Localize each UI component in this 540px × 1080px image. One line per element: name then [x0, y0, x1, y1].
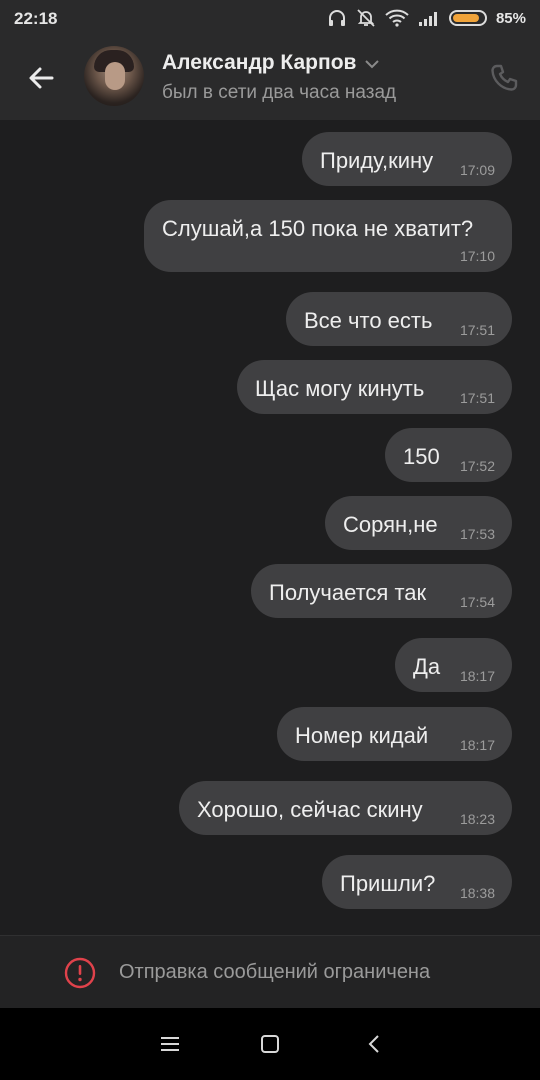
- back-nav-icon[interactable]: [361, 1030, 389, 1058]
- status-icons: 85%: [327, 7, 526, 29]
- battery-percent: 85%: [495, 9, 526, 27]
- message-time: 17:52: [459, 458, 495, 474]
- message-time: 17:51: [459, 390, 495, 406]
- restriction-bar: Отправка сообщений ограничена: [0, 935, 540, 1009]
- contact-name: Александр Карпов: [162, 51, 357, 74]
- message-bubble[interactable]: Пришли? 18:38: [322, 855, 512, 909]
- chat-header: Александр Карпов был в сети два часа наз…: [0, 36, 540, 120]
- warning-icon: [64, 957, 96, 989]
- message-bubble[interactable]: Приду,кину 17:09: [302, 132, 512, 186]
- restriction-notice: Отправка сообщений ограничена: [119, 961, 431, 983]
- message-time: 17:53: [459, 526, 495, 542]
- message-text: Пришли?: [340, 871, 436, 896]
- message-text: Приду,кину: [320, 148, 434, 173]
- avatar[interactable]: [84, 46, 144, 106]
- avatar-face: [105, 62, 125, 90]
- chevron-down-icon: [365, 60, 380, 69]
- message-time: 18:17: [459, 737, 495, 753]
- message-text: Щас могу кинуть: [255, 376, 425, 401]
- message-time: 17:10: [459, 248, 495, 264]
- message-bubble[interactable]: Да 18:17: [395, 638, 512, 692]
- message-text: Получается так: [269, 580, 427, 605]
- message-time: 17:51: [459, 322, 495, 338]
- status-time: 22:18: [14, 9, 58, 28]
- home-square-icon[interactable]: [256, 1030, 284, 1058]
- message-text: 150: [403, 444, 440, 469]
- phone-call-icon[interactable]: [488, 62, 520, 94]
- message-text: Сорян,не: [343, 512, 438, 537]
- message-bubble[interactable]: Хорошо, сейчас скину 18:23: [179, 781, 512, 835]
- wifi-icon: [385, 9, 409, 27]
- back-arrow-icon[interactable]: [22, 60, 62, 96]
- message-text: Да: [413, 654, 441, 679]
- message-bubble[interactable]: Номер кидай 18:17: [277, 707, 512, 761]
- navigation-bar: [0, 1008, 540, 1080]
- message-time: 17:09: [459, 162, 495, 178]
- message-time: 17:54: [459, 594, 495, 610]
- message-bubble[interactable]: Слушай,а 150 пока не хватит? 17:10: [144, 200, 512, 272]
- message-bubble[interactable]: Щас могу кинуть 17:51: [237, 360, 512, 414]
- message-time: 18:23: [459, 811, 495, 827]
- message-list[interactable]: Приду,кину 17:09 Слушай,а 150 пока не хват…: [0, 120, 540, 935]
- headphones-icon: [328, 10, 345, 26]
- status-bar: 22:18 85%: [0, 0, 540, 36]
- message-bubble[interactable]: 150 17:52: [385, 428, 512, 482]
- battery-level: [452, 14, 479, 22]
- message-text: Слушай,а 150 пока не хватит?: [162, 216, 474, 241]
- battery-icon: [448, 10, 487, 26]
- last-seen-status: был в сети два часа назад: [162, 82, 397, 103]
- message-time: 18:17: [459, 668, 495, 684]
- muted-bell-icon: [357, 9, 375, 27]
- message-text: Все что есть: [304, 308, 433, 333]
- contact-name-row[interactable]: Александр Карпов: [162, 51, 380, 75]
- signal-icon: [418, 12, 437, 26]
- message-text: Хорошо, сейчас скину: [197, 797, 423, 822]
- menu-icon[interactable]: [156, 1030, 184, 1058]
- message-bubble[interactable]: Сорян,не 17:53: [325, 496, 512, 550]
- message-bubble[interactable]: Получается так 17:54: [251, 564, 512, 618]
- message-bubble[interactable]: Все что есть 17:51: [286, 292, 512, 346]
- message-time: 18:38: [459, 885, 495, 901]
- message-text: Номер кидай: [295, 723, 429, 748]
